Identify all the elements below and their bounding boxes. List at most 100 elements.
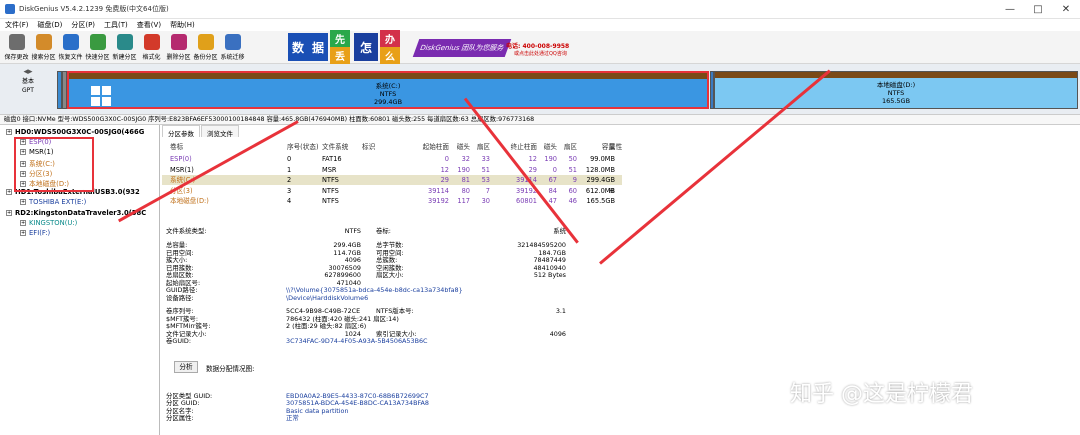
quick-partition-icon: [89, 34, 106, 50]
info-text: 3.1: [555, 307, 566, 315]
tree-partition-node[interactable]: + TOSHIBA EXT(E:): [20, 198, 86, 206]
new-partition-icon: [116, 34, 133, 50]
column-header[interactable]: 扇区: [472, 142, 490, 152]
column-header[interactable]: 序号(状态): [287, 142, 319, 152]
expand-icon[interactable]: +: [6, 210, 12, 216]
column-header[interactable]: 卷标: [170, 142, 183, 152]
partition-label-cell: 本地磁盘(D:): [170, 197, 209, 205]
toolbar-button-7[interactable]: 备份分区: [192, 31, 219, 64]
table-cell: 0: [287, 155, 292, 163]
banner-qq: 或点击此处通过QQ咨询: [514, 51, 567, 57]
menu-disk[interactable]: 磁盘(D): [38, 20, 63, 30]
info-text: 分区属性:: [166, 414, 194, 423]
info-text: 卷GUID:: [166, 337, 191, 345]
table-cell: 39114: [428, 186, 449, 195]
partition-map-system[interactable]: 系统(C:) NTFS 299.4GB: [67, 71, 709, 109]
tree-node-label: EFI(F:): [29, 229, 51, 237]
migrate-icon: [224, 34, 241, 50]
toolbar-button-2[interactable]: 恢复文件: [57, 31, 84, 64]
system-partition-name: 系统(C:): [375, 82, 401, 90]
save-icon: [8, 34, 25, 50]
toolbar-button-6[interactable]: 删除分区: [165, 31, 192, 64]
toolbar-label: 删除分区: [166, 54, 191, 61]
info-row: 文件系统类型: NTFS 卷标: 系统: [166, 227, 626, 235]
banner-char: 么: [380, 47, 400, 64]
menu-help[interactable]: 帮助(H): [170, 20, 195, 30]
table-cell: 53: [481, 176, 490, 184]
tab-bar: 分区参数 浏览文件: [162, 125, 240, 138]
search-icon: [35, 34, 52, 50]
tab-browse-files[interactable]: 浏览文件: [201, 125, 239, 138]
toolbar-button-0[interactable]: 保存更改: [3, 31, 30, 64]
menu-view[interactable]: 查看(V): [137, 20, 161, 30]
table-cell: H: [609, 186, 614, 195]
toolbar-label: 恢复文件: [58, 54, 83, 61]
table-cell: FAT16: [322, 155, 342, 163]
tree-partition-node[interactable]: + EFI(F:): [20, 229, 50, 237]
disk-basic-label: 基本: [21, 78, 34, 85]
support-banner[interactable]: 数 据 先 丢 怎 办 么 DiskGenius 团队为您服务 电话: 400-…: [288, 30, 580, 64]
column-header[interactable]: 标识: [362, 142, 375, 152]
info-text: 文件系统类型:: [166, 227, 207, 235]
table-row[interactable]: 分区(3) 3 NTFS 39114 80 7 39192 84 60 612.0MB H: [162, 186, 622, 196]
table-cell: 12: [440, 165, 449, 174]
window-title: DiskGenius V5.4.2.1239 免费版(中文64位版): [19, 5, 169, 13]
toolbar-label: 快速分区: [85, 54, 110, 61]
column-header[interactable]: 属性: [609, 142, 622, 152]
toolbar-label: 搜索分区: [31, 54, 56, 61]
column-header[interactable]: 文件系统: [322, 142, 348, 152]
format-icon: [143, 34, 160, 50]
menu-tools[interactable]: 工具(T): [104, 20, 128, 30]
table-cell: 165.5GB: [586, 197, 615, 205]
tree-node-label: KINGSTON(U:): [29, 219, 78, 227]
toolbar-button-1[interactable]: 搜索分区: [30, 31, 57, 64]
column-header[interactable]: 扇区: [559, 142, 577, 152]
column-header[interactable]: 磁头: [539, 142, 557, 152]
info-text: \Device\HarddiskVolume6: [286, 293, 369, 302]
table-cell: 30: [481, 197, 490, 205]
menu-partition[interactable]: 分区(P): [71, 20, 95, 30]
expand-icon[interactable]: +: [6, 129, 12, 135]
banner-char: 先: [330, 30, 350, 47]
column-header[interactable]: 起始柱面: [409, 142, 449, 152]
tree-partition-node[interactable]: + KINGSTON(U:): [20, 219, 77, 227]
partition-map-local[interactable]: 本地磁盘(D:) NTFS 165.5GB: [714, 71, 1078, 109]
table-cell: NTFS: [322, 197, 339, 205]
local-partition-name: 本地磁盘(D:): [876, 81, 916, 89]
expand-icon[interactable]: +: [20, 230, 26, 236]
info-text: 系统: [553, 227, 566, 235]
banner-ribbon: DiskGenius 团队为您服务: [412, 39, 512, 57]
toolbar-button-5[interactable]: 格式化: [138, 31, 165, 64]
tree-disk-node[interactable]: + HD0:WDS500G3X0C-00SJG0(466G: [6, 128, 144, 136]
table-row[interactable]: 本地磁盘(D:) 4 NTFS 39192 117 30 60801 47 46 165.5GB: [162, 196, 622, 206]
expand-icon[interactable]: +: [20, 220, 26, 226]
toolbar-button-8[interactable]: 系统迁移: [219, 31, 246, 64]
expand-icon[interactable]: +: [6, 189, 12, 195]
table-row[interactable]: 系统(C:)2NTFS29815339114679299.4GB: [162, 175, 622, 185]
analyze-button[interactable]: 分析: [174, 361, 198, 373]
annotation-box: [14, 137, 94, 192]
partition-label-cell: ESP(0): [170, 155, 192, 163]
expand-icon[interactable]: +: [20, 199, 26, 205]
menu-file[interactable]: 文件(F): [5, 20, 29, 30]
info-row: $MFT簇号: 786432 (柱面:420 磁头:241 扇区:14): [166, 315, 626, 323]
close-button[interactable]: ✕: [1052, 0, 1080, 19]
info-row: 设备路径: \Device\HarddiskVolume6: [166, 293, 626, 302]
minimize-button[interactable]: —: [996, 0, 1024, 19]
maximize-button[interactable]: □: [1024, 0, 1052, 19]
table-cell: 51: [481, 165, 490, 174]
table-cell: 0: [552, 165, 557, 174]
toolbar-button-4[interactable]: 新建分区: [111, 31, 138, 64]
table-cell: 4: [287, 197, 292, 205]
table-cell: 2: [287, 176, 292, 184]
system-partition-fs: NTFS: [379, 90, 397, 98]
tab-partition-params[interactable]: 分区参数: [162, 125, 200, 138]
arrow-nav-icon[interactable]: ◂▸: [8, 68, 48, 77]
column-header[interactable]: 磁头: [452, 142, 470, 152]
tree-node-label: TOSHIBA EXT(E:): [29, 198, 87, 206]
toolbar-label: 格式化: [142, 54, 161, 61]
table-cell: 60801: [516, 197, 537, 205]
tree-node-label: HD0:WDS500G3X0C-00SJG0(466G: [15, 128, 145, 136]
toolbar-button-3[interactable]: 快速分区: [84, 31, 111, 64]
table-row[interactable]: MSR(1) 1 MSR 12 190 51 29 0 51 128.0MB: [162, 165, 622, 175]
